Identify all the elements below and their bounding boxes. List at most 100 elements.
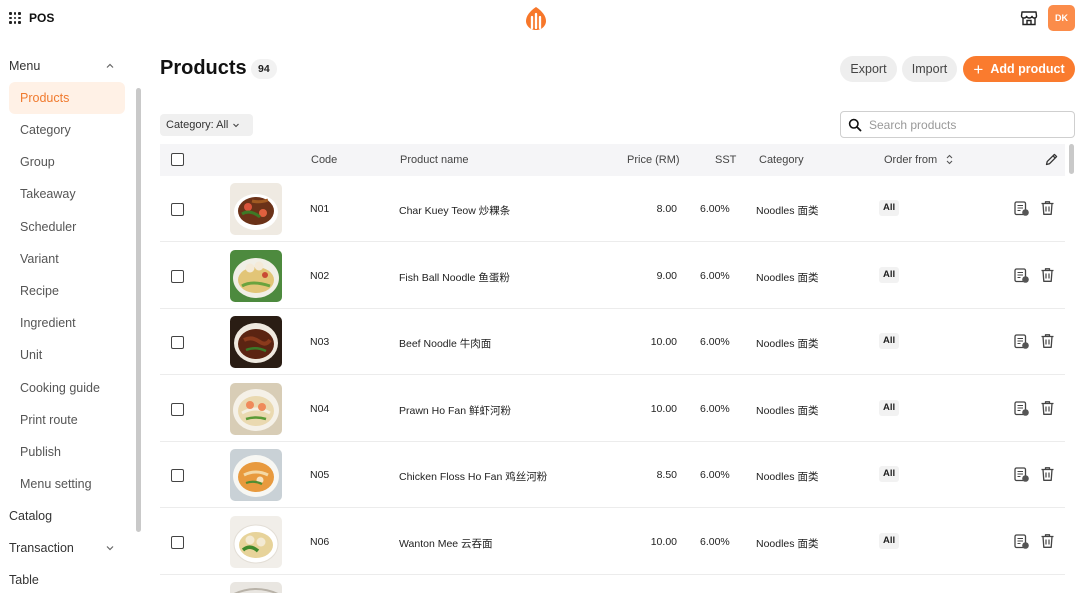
apps-grid-icon[interactable] — [9, 12, 21, 24]
product-sst: 6.00% — [700, 203, 730, 215]
product-sst: 6.00% — [700, 469, 730, 481]
row-checkbox[interactable] — [171, 469, 184, 482]
trash-icon[interactable] — [1040, 267, 1055, 283]
recipe-schedule-icon[interactable] — [1013, 400, 1030, 417]
table-row[interactable]: N02 Fish Ball Noodle 鱼蛋粉 9.00 6.00% Nood… — [160, 243, 1065, 309]
table-row[interactable]: N03 Beef Noodle 牛肉面 10.00 6.00% Noodles … — [160, 309, 1065, 375]
app-name: POS — [29, 11, 55, 25]
product-price: 8.50 — [656, 469, 677, 481]
product-category: Noodles 面类 — [756, 205, 819, 217]
product-category: Noodles 面类 — [756, 538, 819, 550]
search-box[interactable] — [840, 111, 1075, 138]
product-name: Char Kuey Teow 炒粿条 — [399, 205, 511, 217]
sidebar-item-group[interactable]: Group — [9, 146, 125, 178]
top-bar: POS DK — [0, 0, 1080, 36]
table-row[interactable]: N06 Wanton Mee 云吞面 10.00 6.00% Noodles 面… — [160, 509, 1065, 575]
recipe-schedule-icon[interactable] — [1013, 333, 1030, 350]
product-code: N04 — [310, 403, 330, 415]
table-row[interactable]: N04 Prawn Ho Fan 鲜虾河粉 10.00 6.00% Noodle… — [160, 376, 1065, 442]
add-product-button[interactable]: + Add product — [963, 56, 1075, 82]
sidebar-item-recipe[interactable]: Recipe — [9, 275, 125, 307]
trash-icon[interactable] — [1040, 333, 1055, 349]
page-title: Products — [160, 57, 247, 79]
export-button[interactable]: Export — [840, 56, 897, 82]
product-image — [230, 316, 282, 368]
product-image — [230, 183, 282, 235]
sidebar-section-menu[interactable]: Menu — [9, 59, 40, 73]
column-header-category[interactable]: Category — [759, 154, 804, 166]
sidebar-item-print-route[interactable]: Print route — [9, 404, 125, 436]
product-price: 10.00 — [650, 336, 677, 348]
recipe-schedule-icon[interactable] — [1013, 267, 1030, 284]
product-code: N01 — [310, 203, 330, 215]
row-checkbox[interactable] — [171, 336, 184, 349]
column-header-product-name[interactable]: Product name — [400, 154, 468, 166]
sidebar-item-products[interactable]: Products — [9, 82, 125, 114]
column-header-price[interactable]: Price (RM) — [627, 154, 680, 166]
sidebar-item-cooking-guide[interactable]: Cooking guide — [9, 372, 125, 404]
sidebar-item-category[interactable]: Category — [9, 114, 125, 146]
order-from-badge: All — [879, 333, 900, 349]
brand-logo-icon — [526, 7, 546, 30]
order-from-badge: All — [879, 466, 900, 482]
avatar[interactable]: DK — [1048, 5, 1075, 31]
product-sst: 6.00% — [700, 536, 730, 548]
sidebar-item-scheduler[interactable]: Scheduler — [9, 211, 125, 243]
recipe-schedule-icon[interactable] — [1013, 466, 1030, 483]
row-checkbox[interactable] — [171, 536, 184, 549]
trash-icon[interactable] — [1040, 533, 1055, 549]
product-image — [230, 383, 282, 435]
select-all-checkbox[interactable] — [171, 153, 184, 166]
sidebar: Menu Products Category Group Takeaway Sc… — [0, 50, 145, 593]
add-product-label: Add product — [990, 62, 1065, 76]
sidebar-item-takeaway[interactable]: Takeaway — [9, 178, 125, 210]
sidebar-section-transaction[interactable]: Transaction — [9, 541, 74, 555]
product-image — [230, 250, 282, 302]
row-checkbox[interactable] — [171, 203, 184, 216]
column-header-sst[interactable]: SST — [715, 154, 736, 166]
sidebar-item-publish[interactable]: Publish — [9, 436, 125, 468]
table-row[interactable] — [160, 575, 1065, 593]
product-name: Fish Ball Noodle 鱼蛋粉 — [399, 272, 510, 284]
product-price: 9.00 — [656, 270, 677, 282]
column-header-code[interactable]: Code — [311, 154, 337, 166]
plus-icon: + — [973, 59, 984, 79]
sidebar-item-menu-setting[interactable]: Menu setting — [9, 468, 125, 500]
sidebar-scrollbar[interactable] — [136, 88, 141, 532]
product-category: Noodles 面类 — [756, 405, 819, 417]
table-scrollbar[interactable] — [1069, 144, 1074, 174]
column-header-order-from[interactable]: Order from — [884, 154, 937, 166]
sidebar-section-catalog[interactable]: Catalog — [9, 509, 52, 523]
sidebar-item-variant[interactable]: Variant — [9, 243, 125, 275]
product-code: N03 — [310, 336, 330, 348]
recipe-schedule-icon[interactable] — [1013, 533, 1030, 550]
sort-icon[interactable] — [945, 154, 954, 165]
product-name: Prawn Ho Fan 鲜虾河粉 — [399, 405, 512, 417]
trash-icon[interactable] — [1040, 200, 1055, 216]
category-filter-label: Category: All — [166, 119, 229, 131]
product-image — [230, 449, 282, 501]
row-checkbox[interactable] — [171, 270, 184, 283]
store-icon[interactable] — [1020, 9, 1038, 27]
import-button[interactable]: Import — [902, 56, 957, 82]
table-row[interactable]: N01 Char Kuey Teow 炒粿条 8.00 6.00% Noodle… — [160, 176, 1065, 242]
edit-columns-icon[interactable] — [1044, 152, 1059, 167]
table-row[interactable]: N05 Chicken Floss Ho Fan 鸡丝河粉 8.50 6.00%… — [160, 442, 1065, 508]
row-checkbox[interactable] — [171, 403, 184, 416]
product-count-badge: 94 — [251, 59, 277, 79]
product-category: Noodles 面类 — [756, 338, 819, 350]
sidebar-item-ingredient[interactable]: Ingredient — [9, 307, 125, 339]
trash-icon[interactable] — [1040, 400, 1055, 416]
table-header: Code Product name Price (RM) SST Categor… — [160, 144, 1065, 176]
sidebar-item-unit[interactable]: Unit — [9, 339, 125, 371]
search-input[interactable] — [869, 116, 1069, 134]
product-code: N02 — [310, 270, 330, 282]
chevron-down-icon[interactable] — [104, 542, 116, 554]
trash-icon[interactable] — [1040, 466, 1055, 482]
chevron-up-icon[interactable] — [104, 60, 116, 72]
chevron-down-icon — [233, 123, 240, 128]
recipe-schedule-icon[interactable] — [1013, 200, 1030, 217]
sidebar-section-table[interactable]: Table — [9, 573, 39, 587]
product-name: Beef Noodle 牛肉面 — [399, 338, 492, 350]
category-filter-dropdown[interactable]: Category: All — [160, 114, 253, 136]
